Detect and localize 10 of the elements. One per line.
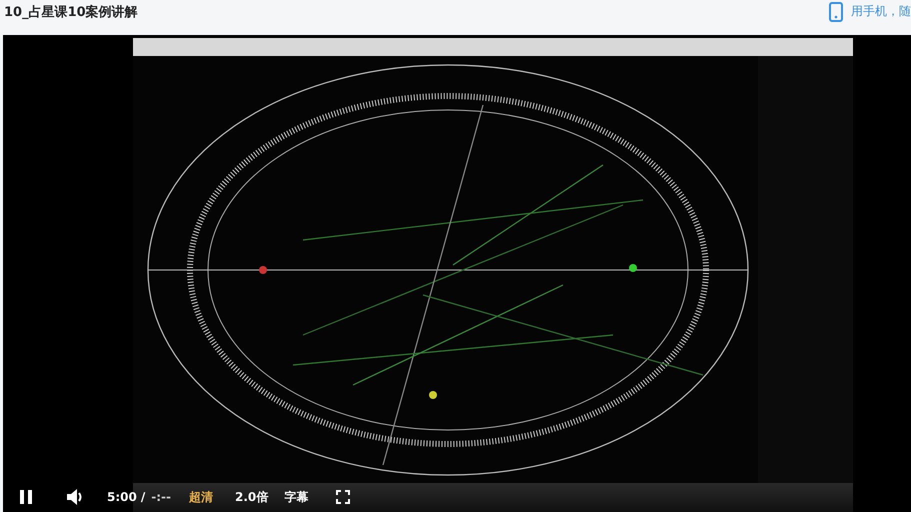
subtitles-button[interactable]: 字幕 — [284, 488, 308, 506]
current-time: 5:00 — [107, 490, 137, 504]
duration: -:-- — [151, 490, 171, 504]
quality-button[interactable]: 超清 — [189, 488, 213, 506]
fullscreen-button[interactable] — [336, 490, 350, 504]
phone-icon — [829, 2, 843, 22]
pause-button[interactable] — [19, 490, 33, 504]
time-separator: / — [140, 490, 146, 504]
video-title: 10_占星课10案例讲解 — [4, 4, 138, 20]
speed-button[interactable]: 2.0倍 — [235, 488, 268, 506]
